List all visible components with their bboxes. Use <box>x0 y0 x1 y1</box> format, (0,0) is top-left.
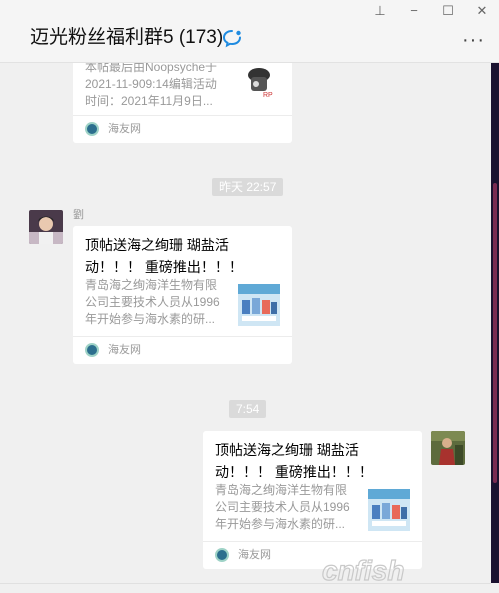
product-thumbnail <box>238 284 280 326</box>
card-footer: 海友网 <box>73 336 292 364</box>
scrollbar-thumb[interactable] <box>493 183 497 483</box>
avatar[interactable] <box>29 210 63 244</box>
link-card[interactable]: 顶帖送海之绚珊 瑚盐活动！！！ 重磅推出！！！ 青岛海之绚海洋生物有限 公司主要… <box>203 431 422 569</box>
watermark-text: cnfish <box>322 555 404 586</box>
card-title: 顶帖送海之绚珊 瑚盐活动！！！ 重磅推出！！！ <box>215 442 373 480</box>
svg-text:RP: RP <box>263 92 273 99</box>
card-description: 青岛海之绚海洋生物有限 公司主要技术人员从1996 年开始参与海水素的研... <box>215 483 350 531</box>
site-logo-icon <box>215 548 229 562</box>
watermark-logo: cnfish <box>322 554 405 586</box>
timestamp: 昨天 22:57 <box>212 178 284 196</box>
card-source: 海友网 <box>108 344 141 356</box>
product-thumbnail <box>368 489 410 531</box>
card-footer: 海友网 <box>73 115 292 143</box>
maximize-button[interactable]: ☐ <box>431 0 465 22</box>
card-title: 顶帖送海之绚珊 瑚盐活动！！！ 重磅推出！！！ <box>85 237 243 275</box>
product-thumbnail: RP <box>241 63 283 103</box>
window-controls: ⊥ − ☐ ✕ <box>363 0 499 22</box>
chat-title: 迈光粉丝福利群5 (173) <box>30 27 224 48</box>
card-description: 本帖最后由Noopsyche于 2021-11-909:14编辑活动 时间：20… <box>85 63 218 108</box>
pin-button[interactable]: ⊥ <box>363 0 397 22</box>
site-logo-icon <box>85 122 99 136</box>
card-source: 海友网 <box>238 549 271 561</box>
card-description: 青岛海之绚海洋生物有限 公司主要技术人员从1996 年开始参与海水素的研... <box>85 278 220 326</box>
avatar[interactable] <box>431 431 465 465</box>
link-card[interactable]: 顶帖送海之绚珊 瑚盐活动！！！ 重磅推出！！！ 青岛海之绚海洋生物有限 公司主要… <box>73 226 292 364</box>
site-logo-icon <box>85 343 99 357</box>
group-chat-icon[interactable] <box>222 28 242 48</box>
timestamp: 7:54 <box>229 400 267 418</box>
more-options-button[interactable]: ··· <box>462 30 485 50</box>
sender-name: 劉 <box>73 209 84 221</box>
minimize-button[interactable]: − <box>397 0 431 22</box>
card-source: 海友网 <box>108 123 141 135</box>
close-button[interactable]: ✕ <box>465 0 499 22</box>
scrollbar[interactable] <box>491 63 499 583</box>
link-card[interactable]: 本帖最后由Noopsyche于 2021-11-909:14编辑活动 时间：20… <box>73 63 292 143</box>
message-list[interactable]: 本帖最后由Noopsyche于 2021-11-909:14编辑活动 时间：20… <box>0 63 491 583</box>
